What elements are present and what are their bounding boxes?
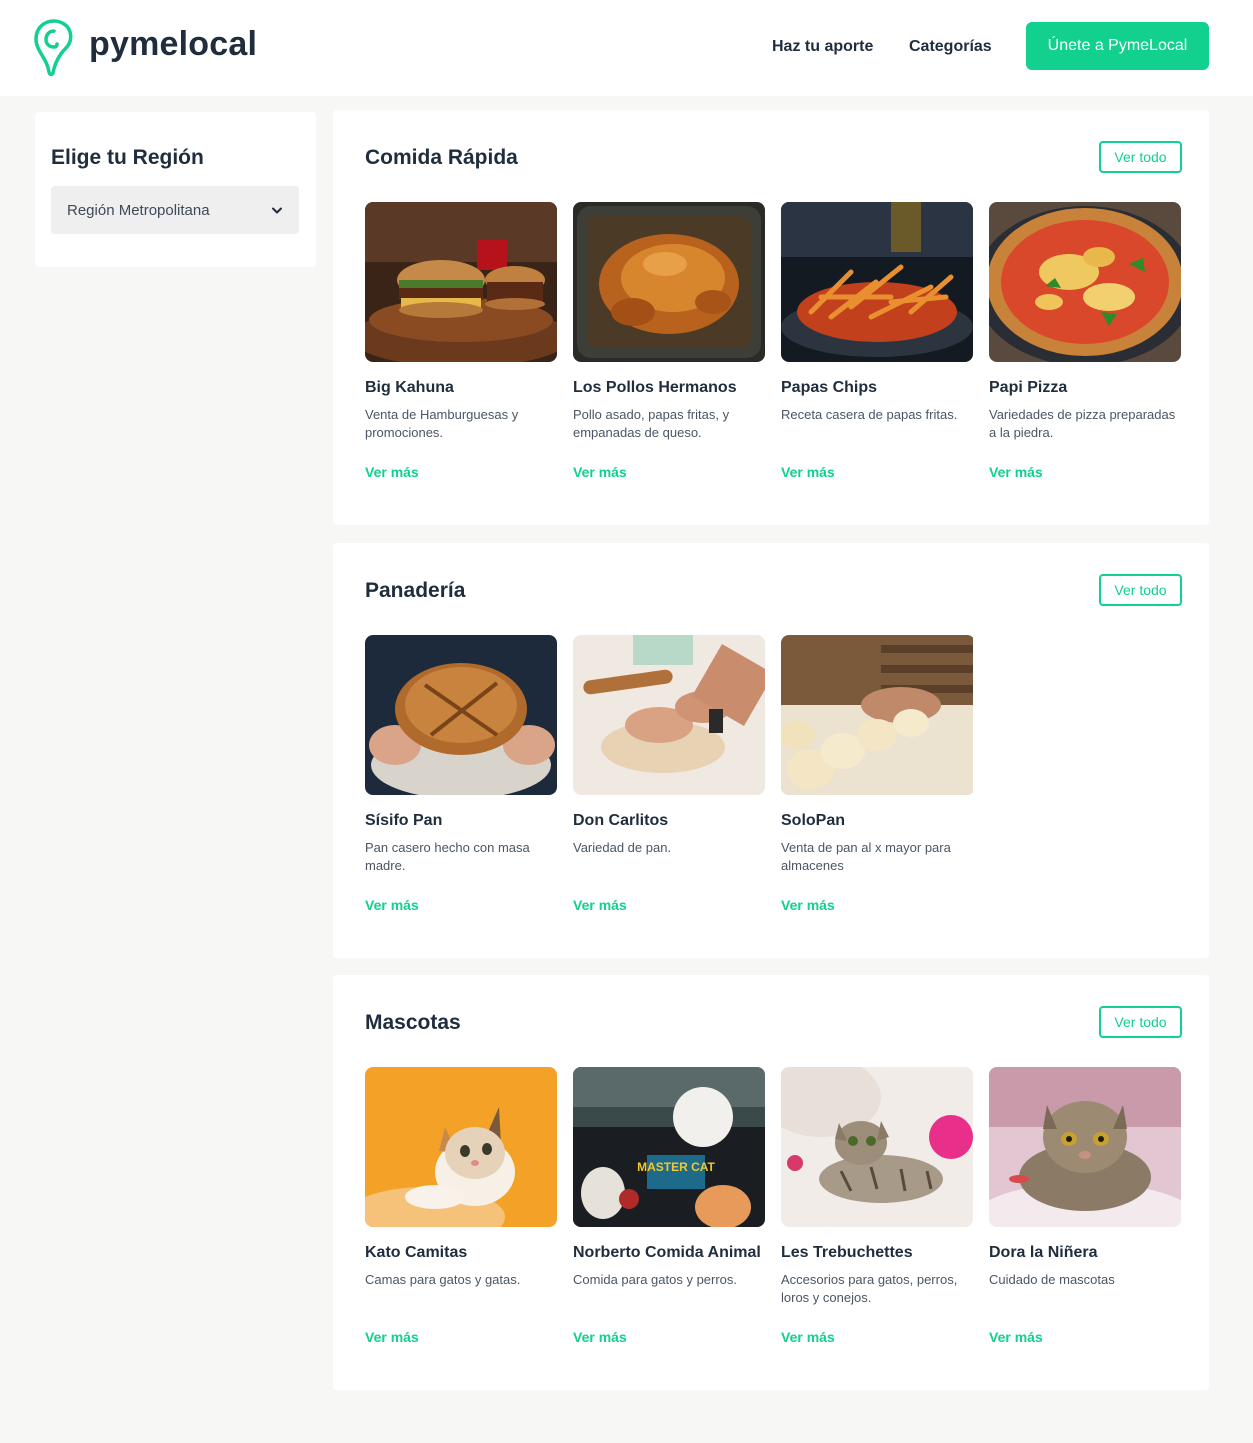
business-description: Pollo asado, papas fritas, y empanadas d… [573, 407, 730, 440]
business-name: Papi Pizza [989, 379, 1068, 396]
business-card[interactable]: Don Carlitos Variedad de pan. Ver más [573, 635, 765, 935]
fries-photo [781, 202, 973, 362]
see-more-link[interactable]: Ver más [989, 1329, 1043, 1345]
section-title: Comida Rápida [365, 146, 518, 169]
business-description: Cuidado de mascotas [989, 1272, 1115, 1287]
business-card[interactable]: SoloPan Venta de pan al x mayor para alm… [781, 635, 973, 935]
business-card[interactable]: Los Pollos Hermanos Pollo asado, papas f… [573, 202, 765, 502]
business-description: Venta de Hamburguesas y promociones. [365, 407, 519, 440]
pizza-photo [989, 202, 1181, 362]
business-card[interactable]: Kato Camitas Camas para gatos y gatas. V… [365, 1067, 557, 1367]
tabby-cat-photo [989, 1067, 1181, 1227]
business-name: Norberto Comida Animal [573, 1244, 761, 1261]
section-panaderia: Panadería Ver todo Sísifo Pan Pan casero… [333, 543, 1209, 958]
bread-loaf-photo [365, 635, 557, 795]
business-card[interactable]: Dora la Niñera Cuidado de mascotas Ver m… [989, 1067, 1181, 1367]
business-description: Accesorios para gatos, perros, loros y c… [781, 1272, 958, 1305]
section-title: Panadería [365, 579, 466, 602]
see-more-link[interactable]: Ver más [573, 464, 627, 480]
region-select-value: Región Metropolitana [67, 202, 210, 219]
region-select[interactable]: Región Metropolitana [51, 186, 299, 234]
burger-photo [365, 202, 557, 362]
business-description: Comida para gatos y perros. [573, 1272, 738, 1287]
business-name: Los Pollos Hermanos [573, 379, 737, 396]
business-description: Venta de pan al x mayor para almacenes [781, 840, 951, 873]
business-name: Big Kahuna [365, 379, 454, 396]
business-name: Les Trebuchettes [781, 1244, 913, 1261]
see-more-link[interactable]: Ver más [365, 1329, 419, 1345]
see-all-button[interactable]: Ver todo [1099, 141, 1182, 173]
business-card[interactable]: Les Trebuchettes Accesorios para gatos, … [781, 1067, 973, 1367]
logo-text: pymelocal [89, 25, 258, 63]
see-more-link[interactable]: Ver más [365, 897, 419, 913]
business-name: Sísifo Pan [365, 812, 443, 829]
business-card[interactable]: Papas Chips Receta casera de papas frita… [781, 202, 973, 502]
kneading-dough-photo [573, 635, 765, 795]
see-more-link[interactable]: Ver más [573, 1329, 627, 1345]
business-card[interactable]: Sísifo Pan Pan casero hecho con masa mad… [365, 635, 557, 935]
dough-balls-photo [781, 635, 975, 795]
business-description: Camas para gatos y gatas. [365, 1272, 521, 1287]
map-pin-icon [33, 18, 75, 76]
business-description: Receta casera de papas fritas. [781, 407, 958, 422]
join-button[interactable]: Únete a PymeLocal [1026, 22, 1209, 70]
see-more-link[interactable]: Ver más [989, 464, 1043, 480]
see-all-button[interactable]: Ver todo [1099, 574, 1182, 606]
chevron-down-icon [271, 204, 283, 216]
see-more-link[interactable]: Ver más [573, 897, 627, 913]
see-more-link[interactable]: Ver más [781, 897, 835, 913]
region-panel: Elige tu Región Región Metropolitana [35, 112, 316, 267]
business-card[interactable]: Big Kahuna Venta de Hamburguesas y promo… [365, 202, 557, 502]
business-name: Don Carlitos [573, 812, 669, 829]
nav-haz-tu-aporte[interactable]: Haz tu aporte [772, 38, 873, 56]
nav-categorias[interactable]: Categorías [909, 38, 992, 56]
kitten-orange-photo [365, 1067, 557, 1227]
section-mascotas: Mascotas Ver todo Kato Camitas Camas par… [333, 975, 1209, 1390]
business-name: Kato Camitas [365, 1244, 468, 1261]
business-description: Variedad de pan. [573, 840, 672, 855]
roast-chicken-photo [573, 202, 765, 362]
see-all-button[interactable]: Ver todo [1099, 1006, 1182, 1038]
business-description: Variedades de pizza preparadas a la pied… [989, 407, 1176, 440]
business-card[interactable]: MASTER CAT Norberto Comida Animal Comida… [573, 1067, 765, 1367]
site-header: pymelocal Haz tu aporte Categorías Únete… [0, 0, 1253, 96]
image-text: MASTER CAT [637, 1160, 715, 1174]
region-title: Elige tu Región [51, 146, 204, 169]
logo[interactable]: pymelocal [33, 18, 257, 76]
see-more-link[interactable]: Ver más [365, 464, 419, 480]
section-title: Mascotas [365, 1011, 461, 1034]
business-card[interactable]: Papi Pizza Variedades de pizza preparada… [989, 202, 1181, 502]
tabby-kitten-photo [781, 1067, 973, 1227]
pet-food-photo: MASTER CAT [573, 1067, 765, 1227]
business-name: Dora la Niñera [989, 1244, 1098, 1261]
business-name: SoloPan [781, 812, 846, 829]
see-more-link[interactable]: Ver más [781, 1329, 835, 1345]
business-description: Pan casero hecho con masa madre. [365, 840, 530, 873]
business-name: Papas Chips [781, 379, 878, 396]
see-more-link[interactable]: Ver más [781, 464, 835, 480]
section-comida-rapida: Comida Rápida Ver todo Big Kahuna Venta … [333, 110, 1209, 525]
